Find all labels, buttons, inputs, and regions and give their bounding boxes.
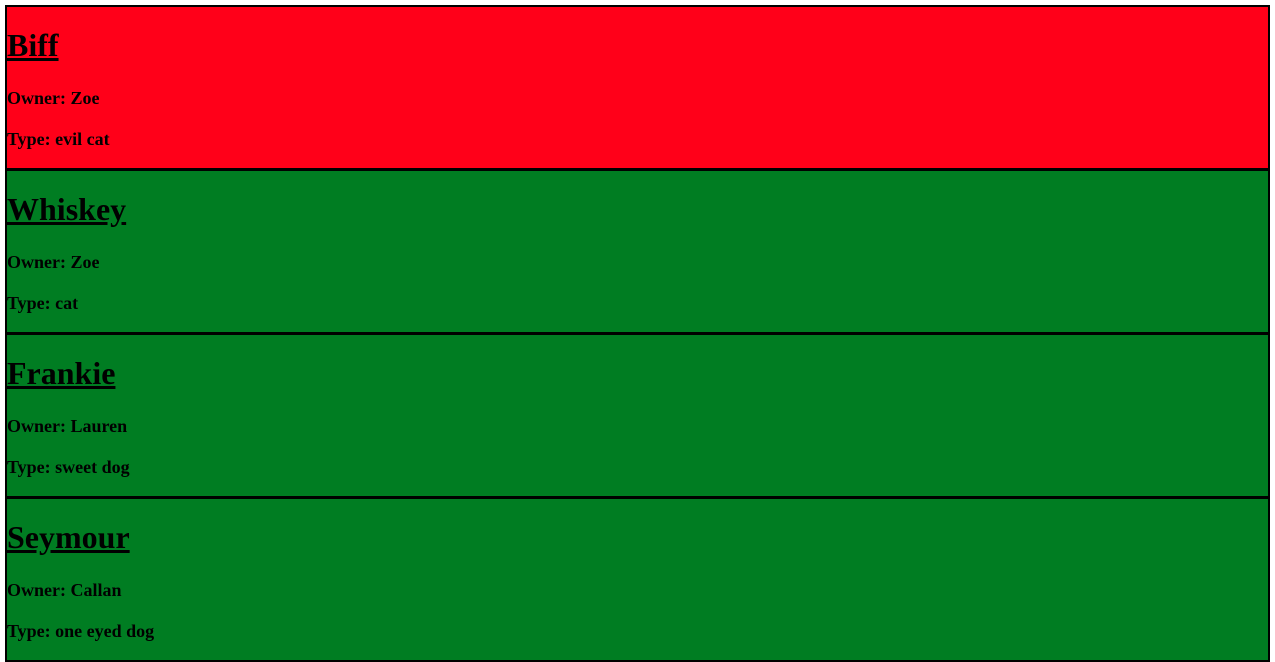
pet-name-link[interactable]: Whiskey (7, 190, 126, 228)
pet-type: Type: one eyed dog (7, 621, 155, 641)
pet-name-link[interactable]: Biff (7, 26, 59, 64)
pet-name-link[interactable]: Frankie (7, 354, 115, 392)
pet-card-whiskey: Whiskey Owner: Zoe Type: cat (5, 169, 1270, 334)
pet-owner: Owner: Zoe (7, 252, 100, 272)
pet-list: Biff Owner: Zoe Type: evil cat Whiskey O… (5, 5, 1270, 662)
pet-type: Type: evil cat (7, 129, 110, 149)
pet-type: Type: sweet dog (7, 457, 130, 477)
pet-card-biff: Biff Owner: Zoe Type: evil cat (5, 5, 1270, 170)
pet-owner: Owner: Zoe (7, 88, 100, 108)
pet-name-link[interactable]: Seymour (7, 518, 130, 556)
pet-type: Type: cat (7, 293, 79, 313)
pet-owner: Owner: Callan (7, 580, 122, 600)
pet-owner: Owner: Lauren (7, 416, 128, 436)
pet-card-frankie: Frankie Owner: Lauren Type: sweet dog (5, 333, 1270, 498)
pet-card-seymour: Seymour Owner: Callan Type: one eyed dog (5, 497, 1270, 662)
